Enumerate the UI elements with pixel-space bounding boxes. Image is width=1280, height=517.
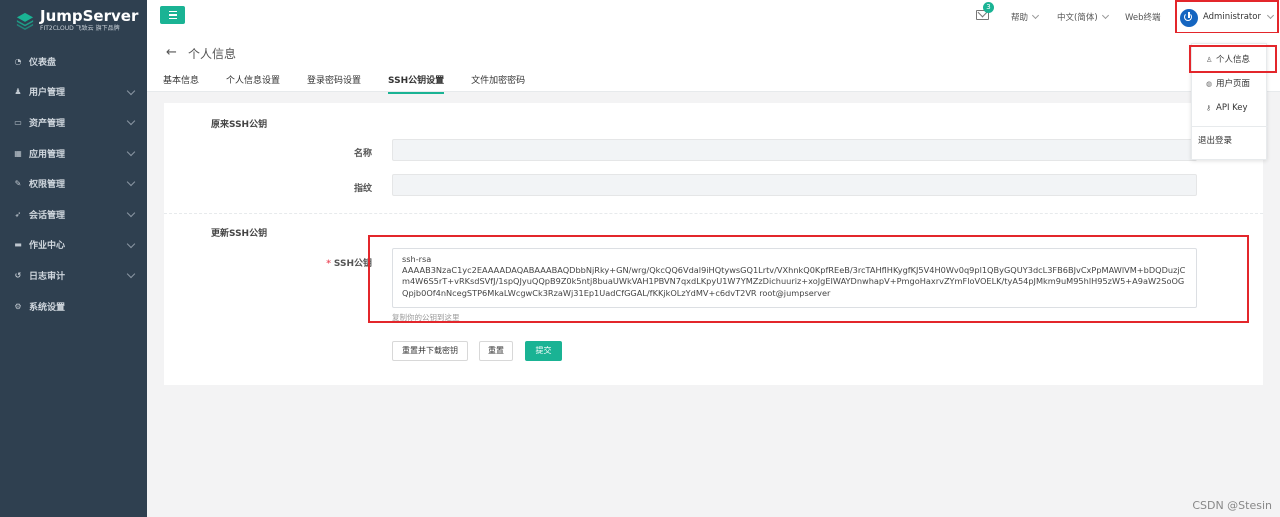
help-label: 帮助 bbox=[1011, 13, 1029, 23]
sidebar-item-label: 日志审计 bbox=[29, 271, 66, 282]
sidebar-item-label: 作业中心 bbox=[29, 241, 66, 252]
chevron-down-icon bbox=[126, 269, 136, 279]
sidebar-item-users[interactable]: ♟ 用户管理 bbox=[0, 77, 147, 108]
tab-ssh-key-settings[interactable]: SSH公钥设置 bbox=[388, 73, 445, 94]
name-label: 名称 bbox=[353, 149, 372, 159]
original-ssh-section-title: 原来SSH公钥 bbox=[211, 120, 268, 130]
hamburger-icon bbox=[168, 10, 177, 13]
gears-icon: ⚙ bbox=[14, 301, 22, 311]
reset-and-download-button[interactable]: 重置并下载密钥 bbox=[392, 341, 468, 361]
sidebar-item-sessions[interactable]: ➶ 会话管理 bbox=[0, 199, 147, 230]
dashboard-icon: ◔ bbox=[14, 56, 22, 66]
name-field bbox=[392, 139, 1197, 161]
sidebar-item-label: 资产管理 bbox=[29, 118, 66, 129]
user-name: Administrator bbox=[1203, 12, 1261, 22]
section-divider bbox=[164, 213, 1263, 214]
language-label: 中文(简体) bbox=[1057, 13, 1098, 23]
highlight-box bbox=[368, 235, 1249, 323]
menu-item-label: 用户页面 bbox=[1216, 79, 1251, 89]
users-icon: ♟ bbox=[14, 87, 22, 97]
sidebar-item-label: 权限管理 bbox=[29, 180, 66, 191]
chevron-down-icon bbox=[126, 86, 136, 95]
menu-item-user-page[interactable]: ◍ 用户页面 bbox=[1192, 73, 1268, 95]
fingerprint-label: 指纹 bbox=[353, 184, 372, 194]
sidebar-item-assets[interactable]: ▭ 资产管理 bbox=[0, 107, 147, 138]
menu-item-label: 退出登录 bbox=[1198, 136, 1233, 146]
tab-bar: 基本信息 个人信息设置 登录密码设置 SSH公钥设置 文件加密密码 bbox=[163, 73, 525, 94]
update-ssh-section-title: 更新SSH公钥 bbox=[211, 229, 268, 239]
chevron-down-icon bbox=[1101, 11, 1109, 20]
grid-icon: ▦ bbox=[14, 148, 22, 158]
ssh-key-form-card: 原来SSH公钥 名称 指纹 更新SSH公钥 * SSH公钥 ssh-rsa AAA… bbox=[164, 103, 1263, 385]
globe-icon: ◍ bbox=[1206, 80, 1213, 88]
tab-basic-info[interactable]: 基本信息 bbox=[163, 73, 199, 94]
brand-subtitle: FIT2CLOUD 飞致云 旗下品牌 bbox=[40, 25, 120, 32]
user-menu-toggle[interactable]: Administrator bbox=[1175, 0, 1279, 34]
inbox-icon: ▭ bbox=[14, 117, 22, 127]
sidebar-item-label: 仪表盘 bbox=[29, 57, 57, 68]
notification-badge: 3 bbox=[983, 2, 994, 13]
menu-item-label: API Key bbox=[1216, 103, 1248, 113]
chevron-down-icon bbox=[1266, 11, 1275, 20]
sidebar-item-settings[interactable]: ⚙ 系统设置 bbox=[0, 291, 147, 322]
menu-toggle-button[interactable] bbox=[160, 6, 185, 24]
sidebar-item-label: 会话管理 bbox=[29, 210, 66, 221]
submit-button[interactable]: 提交 bbox=[525, 341, 562, 361]
tab-file-encryption-password[interactable]: 文件加密密码 bbox=[471, 73, 525, 94]
tab-profile-settings[interactable]: 个人信息设置 bbox=[226, 73, 280, 94]
web-terminal-label: Web终端 bbox=[1125, 13, 1161, 23]
chevron-down-icon bbox=[126, 208, 136, 218]
menu-divider bbox=[1192, 126, 1268, 127]
chevron-down-icon bbox=[126, 116, 136, 126]
sidebar-item-label: 用户管理 bbox=[29, 88, 66, 99]
help-menu[interactable]: 帮助 bbox=[1011, 11, 1040, 23]
ssh-key-label-text: SSH公钥 bbox=[333, 259, 372, 269]
sidebar: JumpServer FIT2CLOUD 飞致云 旗下品牌 ◔ 仪表盘 ♟ 用户… bbox=[0, 0, 147, 517]
sidebar-item-label: 系统设置 bbox=[29, 302, 66, 313]
chevron-down-icon bbox=[126, 178, 136, 187]
menu-item-api-key[interactable]: ⚷ API Key bbox=[1192, 97, 1268, 119]
watermark: CSDN @Stesin bbox=[1192, 499, 1272, 512]
tab-password-settings[interactable]: 登录密码设置 bbox=[307, 73, 361, 94]
back-arrow-icon[interactable]: ← bbox=[166, 45, 177, 60]
topbar: 3 帮助 中文(简体) Web终端 Administrator bbox=[147, 0, 1280, 34]
sidebar-item-jobs[interactable]: ▬ 作业中心 bbox=[0, 230, 147, 261]
chevron-down-icon bbox=[126, 147, 136, 157]
menu-item-logout[interactable]: 退出登录 bbox=[1192, 130, 1268, 152]
key-icon: ⚷ bbox=[1206, 104, 1212, 112]
required-marker: * bbox=[326, 259, 331, 269]
brand-name: JumpServer bbox=[40, 7, 139, 25]
profile-highlight-box bbox=[1189, 45, 1277, 73]
edit-icon: ✎ bbox=[14, 179, 22, 189]
sidebar-item-applications[interactable]: ▦ 应用管理 bbox=[0, 138, 147, 169]
hamburger-icon bbox=[168, 17, 177, 20]
sidebar-item-dashboard[interactable]: ◔ 仪表盘 bbox=[0, 46, 147, 77]
language-menu[interactable]: 中文(简体) bbox=[1057, 11, 1109, 23]
sidebar-item-label: 应用管理 bbox=[29, 149, 66, 160]
chevron-down-icon bbox=[126, 239, 136, 248]
coffee-icon: ▬ bbox=[14, 240, 22, 250]
page-title: 个人信息 bbox=[188, 47, 237, 61]
jumpserver-logo-icon bbox=[16, 12, 34, 30]
chevron-down-icon bbox=[1031, 11, 1040, 20]
history-icon: ↺ bbox=[14, 270, 22, 280]
page-header: ← 个人信息 基本信息 个人信息设置 登录密码设置 SSH公钥设置 文件加密密码 bbox=[147, 33, 1280, 94]
ssh-key-label: * SSH公钥 bbox=[164, 256, 372, 269]
sidebar-item-audit[interactable]: ↺ 日志审计 bbox=[0, 260, 147, 291]
fingerprint-field bbox=[392, 174, 1197, 196]
brand-logo[interactable]: JumpServer FIT2CLOUD 飞致云 旗下品牌 bbox=[0, 0, 147, 41]
rocket-icon: ➶ bbox=[14, 209, 22, 219]
sidebar-menu: ◔ 仪表盘 ♟ 用户管理 ▭ 资产管理 ▦ 应用管理 ✎ 权限管理 ➶ 会话管理 bbox=[0, 46, 147, 321]
power-avatar-icon bbox=[1180, 9, 1198, 27]
sidebar-item-permissions[interactable]: ✎ 权限管理 bbox=[0, 168, 147, 199]
web-terminal-link[interactable]: Web终端 bbox=[1125, 11, 1161, 23]
reset-button[interactable]: 重置 bbox=[479, 341, 513, 361]
hamburger-icon bbox=[168, 14, 177, 16]
